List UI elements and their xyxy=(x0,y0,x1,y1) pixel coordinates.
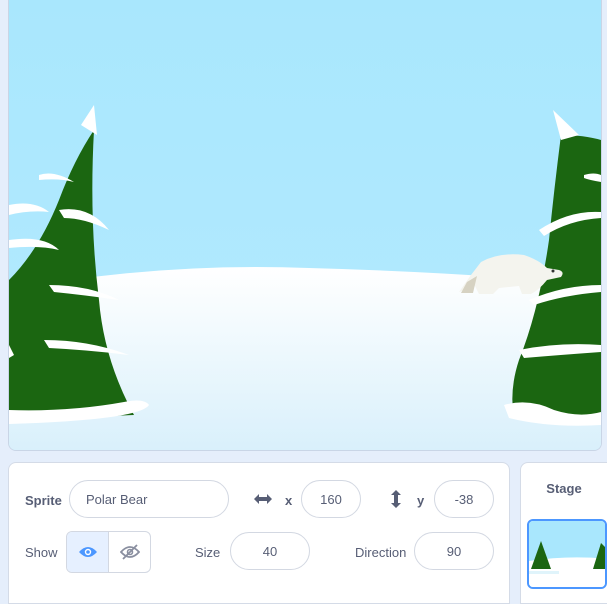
horizontal-arrows-icon xyxy=(253,491,273,509)
winter-backdrop xyxy=(9,0,601,450)
stage-canvas[interactable] xyxy=(8,0,602,451)
sprite-label: Sprite xyxy=(25,493,62,508)
eye-icon xyxy=(78,547,97,557)
size-input[interactable]: 40 xyxy=(230,532,310,570)
eye-slash-icon xyxy=(119,544,140,560)
show-hidden-button[interactable] xyxy=(109,532,150,572)
show-label: Show xyxy=(25,545,58,560)
x-label: x xyxy=(285,493,293,508)
stage-selector-panel[interactable]: Stage xyxy=(520,462,607,604)
direction-input[interactable]: 90 xyxy=(414,532,494,570)
size-label: Size xyxy=(195,545,221,560)
stage-title: Stage xyxy=(546,481,582,496)
show-toggle xyxy=(66,531,151,573)
x-position-input[interactable]: 160 xyxy=(301,480,361,518)
y-position-input[interactable]: -38 xyxy=(434,480,494,518)
vertical-arrows-icon xyxy=(389,489,403,512)
direction-label: Direction xyxy=(355,545,407,560)
sprite-info-panel: Sprite Polar Bear x 160 y -38 Show Size … xyxy=(8,462,510,604)
show-visible-button[interactable] xyxy=(67,532,109,572)
sprite-name-input[interactable]: Polar Bear xyxy=(69,480,229,518)
y-label: y xyxy=(417,493,425,508)
